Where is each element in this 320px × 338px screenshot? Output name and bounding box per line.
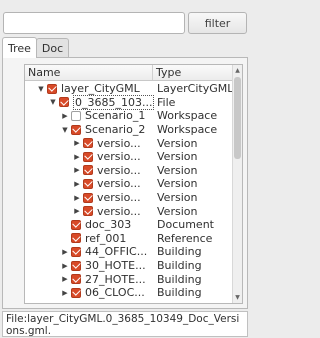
- tree-row-type: File: [157, 95, 176, 109]
- expand-arrow-icon[interactable]: ▼: [47, 98, 59, 106]
- collapsed-arrow-icon[interactable]: ▶: [59, 112, 71, 120]
- collapsed-arrow-icon[interactable]: ▶: [71, 166, 83, 174]
- tree-row[interactable]: ▶ 27_HOTE... Building: [25, 272, 233, 286]
- collapsed-arrow-icon[interactable]: ▶: [71, 153, 83, 161]
- collapsed-arrow-icon[interactable]: ▶: [59, 275, 71, 283]
- collapsed-arrow-icon[interactable]: ▶: [59, 248, 71, 256]
- tree-row-name: versio...: [97, 136, 141, 150]
- collapsed-arrow-icon[interactable]: ▶: [71, 139, 83, 147]
- tree-row-name: versio...: [97, 163, 141, 177]
- tree-row-name: Scenario_1: [85, 109, 146, 123]
- checkbox[interactable]: [83, 206, 93, 217]
- tree-row-type: Version: [157, 204, 198, 218]
- tree-row-name: 30_HOTE...: [85, 259, 146, 273]
- tree-row-type: Version: [157, 163, 198, 177]
- scroll-thumb[interactable]: [234, 77, 241, 159]
- tree-row-type: Document: [157, 218, 214, 232]
- tab-tree[interactable]: Tree: [2, 37, 37, 58]
- tree-row-name: Scenario_2: [85, 123, 146, 137]
- checkbox[interactable]: [71, 219, 81, 230]
- column-header-type[interactable]: Type: [153, 65, 233, 80]
- checkbox[interactable]: [71, 274, 81, 285]
- tree-row[interactable]: ▶ versio... Version: [25, 164, 233, 178]
- tab-doc[interactable]: Doc: [35, 38, 70, 57]
- tree-row-type: Building: [157, 259, 202, 273]
- tree-row[interactable]: ▶ versio... Version: [25, 204, 233, 218]
- column-header-name[interactable]: Name: [25, 65, 153, 80]
- tree-row[interactable]: ref_001 Reference: [25, 232, 233, 246]
- tree-row[interactable]: ▶ versio... Version: [25, 136, 233, 150]
- tree-row-name: doc_303: [85, 218, 132, 232]
- tree-row-type: Version: [157, 136, 198, 150]
- expand-arrow-icon[interactable]: ▼: [59, 126, 71, 134]
- tree-row[interactable]: ▶ 44_OFFIC... Building: [25, 245, 233, 259]
- tree-row-name: 27_HOTE...: [85, 272, 146, 286]
- tree-row-name: 44_OFFIC...: [85, 245, 148, 259]
- tree-row-name: versio...: [97, 191, 141, 205]
- tree-row[interactable]: ▶ 06_CLOC... Building: [25, 286, 233, 300]
- checkbox[interactable]: [71, 287, 81, 298]
- tree-row[interactable]: ▶ versio... Version: [25, 191, 233, 205]
- tree-row[interactable]: ▼ 0_3685_103... File: [25, 94, 233, 110]
- collapsed-arrow-icon[interactable]: ▶: [59, 262, 71, 270]
- filter-input[interactable]: [3, 12, 185, 34]
- tree-row[interactable]: ▼ Scenario_2 Workspace: [25, 123, 233, 137]
- expand-arrow-icon[interactable]: ▼: [35, 85, 47, 93]
- tree-row-type: Building: [157, 245, 202, 259]
- tree-row-name: versio...: [97, 204, 141, 218]
- status-text: File:layer_CityGML.0_3685_10349_Doc_Vers…: [2, 311, 248, 337]
- tree-row[interactable]: ▶ Scenario_1 Workspace: [25, 109, 233, 123]
- checkbox[interactable]: [83, 151, 93, 162]
- checkbox[interactable]: [71, 246, 81, 257]
- checkbox[interactable]: [71, 260, 81, 271]
- tree-row-type: Building: [157, 272, 202, 286]
- collapsed-arrow-icon[interactable]: ▶: [71, 180, 83, 188]
- tree-row[interactable]: ▼ layer_CityGML LayerCityGML: [25, 82, 233, 96]
- checkbox[interactable]: [71, 124, 81, 135]
- tree-row-name: 06_CLOC...: [85, 286, 145, 300]
- tree-row-type: Version: [157, 191, 198, 205]
- scroll-down-icon[interactable]: ▼: [233, 293, 242, 302]
- tree-row-name: 0_3685_103...: [73, 94, 154, 110]
- checkbox[interactable]: [83, 192, 93, 203]
- scroll-up-icon[interactable]: ▲: [233, 66, 242, 75]
- tree-row-type: Version: [157, 177, 198, 191]
- tree-header: Name Type: [25, 65, 242, 81]
- tree-row-name: layer_CityGML: [61, 82, 140, 96]
- tree-row-type: Version: [157, 150, 198, 164]
- tree-row-type: Reference: [157, 231, 213, 245]
- tab-bar: Tree Doc: [2, 37, 70, 58]
- tree-row[interactable]: ▶ 30_HOTE... Building: [25, 259, 233, 273]
- tree-row-type: Workspace: [157, 123, 218, 137]
- filter-button[interactable]: filter: [188, 12, 247, 34]
- collapsed-arrow-icon[interactable]: ▶: [71, 194, 83, 202]
- checkbox[interactable]: [59, 97, 69, 108]
- checkbox[interactable]: [83, 138, 93, 149]
- checkbox[interactable]: [71, 233, 81, 244]
- tree-row-type: Workspace: [157, 109, 218, 123]
- tree-row-type: Building: [157, 286, 202, 300]
- checkbox[interactable]: [83, 178, 93, 189]
- tree-row[interactable]: doc_303 Document: [25, 218, 233, 232]
- checkbox[interactable]: [83, 165, 93, 176]
- tree-row[interactable]: ▶ versio... Version: [25, 150, 233, 164]
- tree-row[interactable]: ▶ versio... Version: [25, 177, 233, 191]
- collapsed-arrow-icon[interactable]: ▶: [71, 207, 83, 215]
- vertical-scrollbar[interactable]: ▲ ▼: [232, 65, 242, 303]
- tree-row-name: versio...: [97, 177, 141, 191]
- checkbox[interactable]: [71, 110, 81, 121]
- collapsed-arrow-icon[interactable]: ▶: [59, 289, 71, 297]
- tree-row-type: LayerCityGML: [157, 82, 233, 96]
- checkbox[interactable]: [47, 83, 57, 94]
- tree-row-name: ref_001: [85, 231, 127, 245]
- tree-row-name: versio...: [97, 150, 141, 164]
- tree-view[interactable]: Name Type ▼ layer_CityGML LayerCityGML ▼…: [24, 64, 243, 304]
